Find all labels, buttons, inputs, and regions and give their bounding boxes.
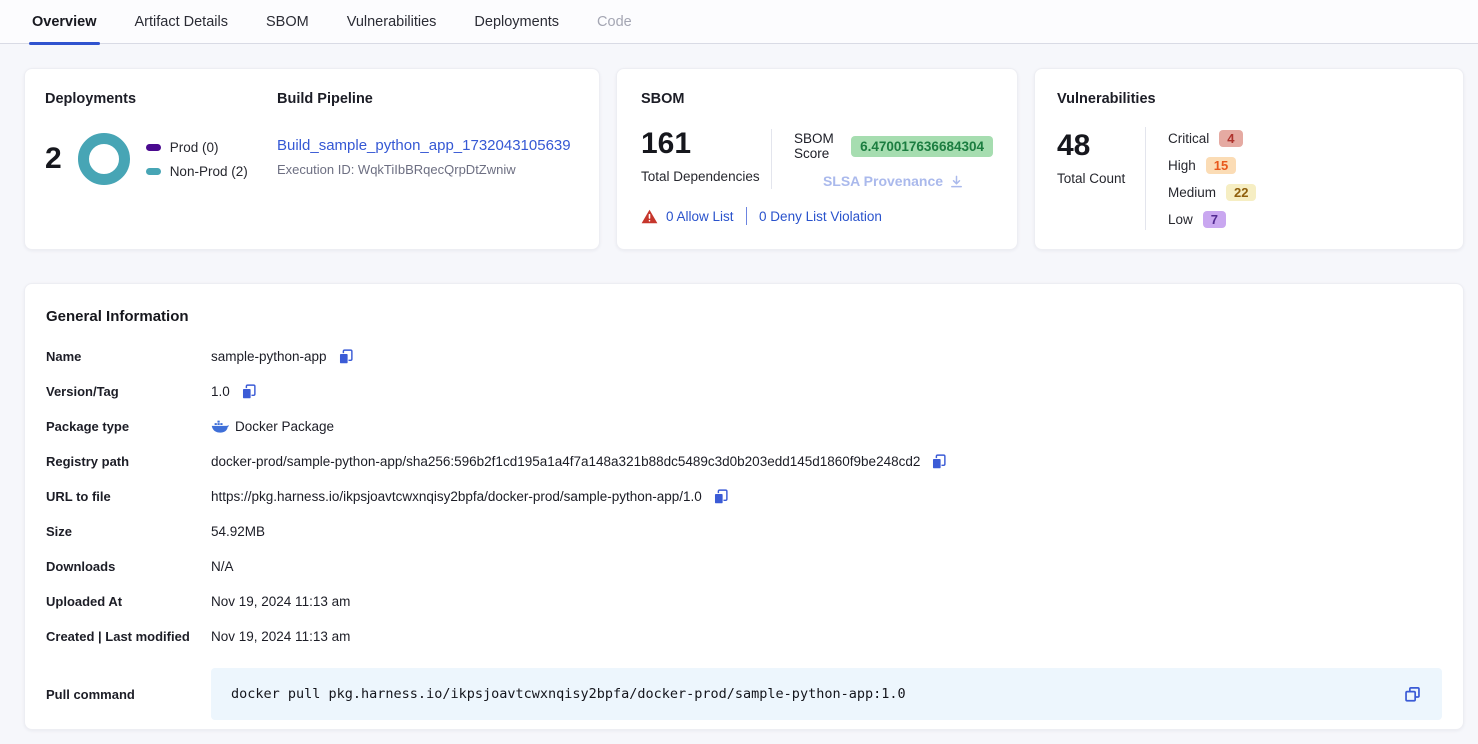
prod-swatch	[146, 144, 161, 151]
deny-list-link[interactable]: 0 Deny List Violation	[759, 209, 882, 224]
artifact-overview-page: Overview Artifact Details SBOM Vulnerabi…	[0, 0, 1478, 744]
version-tag-value: 1.0	[211, 384, 230, 399]
row-pull-command: Pull command docker pull pkg.harness.io/…	[46, 668, 1442, 720]
sbom-score-label: SBOM Score	[794, 131, 841, 161]
tab-sbom[interactable]: SBOM	[266, 0, 309, 44]
deployments-card-title: Deployments	[45, 91, 277, 107]
row-size: Size 54.92MB	[46, 514, 1442, 549]
slsa-provenance-link[interactable]: SLSA Provenance	[794, 173, 993, 189]
downloads-value: N/A	[211, 559, 234, 574]
allow-list-link[interactable]: 0 Allow List	[666, 209, 734, 224]
row-url-to-file: URL to file https://pkg.harness.io/ikpsj…	[46, 479, 1442, 514]
url-to-file-label: URL to file	[46, 489, 211, 504]
general-information-card: General Information Name sample-python-a…	[24, 283, 1464, 730]
severity-row-high: High 15	[1168, 154, 1256, 176]
severity-row-medium: Medium 22	[1168, 181, 1256, 203]
warning-icon	[641, 209, 658, 224]
registry-path-value: docker-prod/sample-python-app/sha256:596…	[211, 454, 920, 469]
legend-item-prod: Prod (0)	[146, 140, 248, 155]
sbom-score-badge: 6.470017636684304	[851, 136, 993, 157]
version-tag-label: Version/Tag	[46, 384, 211, 399]
deployments-legend: Prod (0) Non-Prod (2)	[146, 140, 248, 179]
tab-artifact-details[interactable]: Artifact Details	[135, 0, 228, 44]
low-count-badge: 7	[1203, 211, 1226, 228]
uploaded-at-label: Uploaded At	[46, 594, 211, 609]
row-registry-path: Registry path docker-prod/sample-python-…	[46, 444, 1442, 479]
pull-command-label: Pull command	[46, 687, 211, 702]
row-package-type: Package type Docker Package	[46, 409, 1442, 444]
registry-path-label: Registry path	[46, 454, 211, 469]
pipeline-link[interactable]: Build_sample_python_app_1732043105639	[277, 137, 571, 154]
vulnerabilities-card: Vulnerabilities 48 Total Count Critical …	[1034, 68, 1464, 250]
tab-overview[interactable]: Overview	[32, 0, 97, 44]
row-name: Name sample-python-app	[46, 339, 1442, 374]
copy-url-button[interactable]	[712, 488, 729, 505]
critical-label: Critical	[1168, 131, 1209, 146]
build-pipeline-title: Build Pipeline	[277, 91, 571, 107]
slsa-provenance-label: SLSA Provenance	[823, 173, 943, 189]
copy-registry-path-button[interactable]	[930, 453, 947, 470]
uploaded-at-value: Nov 19, 2024 11:13 am	[211, 594, 350, 609]
row-version-tag: Version/Tag 1.0	[46, 374, 1442, 409]
general-information-title: General Information	[46, 308, 1442, 325]
vulnerabilities-total-label: Total Count	[1057, 171, 1145, 186]
severity-list: Critical 4 High 15 Medium 22 Low 7	[1146, 127, 1256, 230]
deployments-card: Deployments 2 Prod (0) Non-Prod (2)	[24, 68, 600, 250]
created-modified-label: Created | Last modified	[46, 629, 211, 644]
package-type-value: Docker Package	[235, 419, 334, 434]
tab-bar: Overview Artifact Details SBOM Vulnerabi…	[0, 0, 1478, 44]
severity-row-critical: Critical 4	[1168, 127, 1256, 149]
sbom-total: 161	[641, 129, 771, 159]
tab-vulnerabilities[interactable]: Vulnerabilities	[347, 0, 437, 44]
pull-command-box: docker pull pkg.harness.io/ikpsjoavtcwxn…	[211, 668, 1442, 720]
copy-pull-command-button[interactable]	[1403, 685, 1422, 704]
low-label: Low	[1168, 212, 1193, 227]
copy-version-button[interactable]	[240, 383, 257, 400]
vulnerabilities-card-title: Vulnerabilities	[1057, 91, 1441, 107]
docker-icon	[211, 420, 229, 434]
size-value: 54.92MB	[211, 524, 265, 539]
sbom-total-label: Total Dependencies	[641, 169, 771, 184]
row-downloads: Downloads N/A	[46, 549, 1442, 584]
deployments-donut-chart	[78, 133, 130, 185]
high-count-badge: 15	[1206, 157, 1236, 174]
list-separator	[746, 207, 748, 225]
execution-id: Execution ID: WqkTiIbBRqecQrpDtZwniw	[277, 162, 571, 177]
medium-count-badge: 22	[1226, 184, 1256, 201]
pull-command-value: docker pull pkg.harness.io/ikpsjoavtcwxn…	[231, 686, 1391, 702]
critical-count-badge: 4	[1219, 130, 1242, 147]
name-label: Name	[46, 349, 211, 364]
size-label: Size	[46, 524, 211, 539]
severity-row-low: Low 7	[1168, 208, 1256, 230]
copy-name-button[interactable]	[337, 348, 354, 365]
row-uploaded-at: Uploaded At Nov 19, 2024 11:13 am	[46, 584, 1442, 619]
name-value: sample-python-app	[211, 349, 327, 364]
download-icon	[949, 174, 964, 189]
nonprod-label: Non-Prod (2)	[170, 164, 248, 179]
prod-label: Prod (0)	[170, 140, 219, 155]
tab-deployments[interactable]: Deployments	[474, 0, 559, 44]
deployments-total: 2	[45, 144, 62, 174]
vulnerabilities-total: 48	[1057, 131, 1145, 161]
row-created-modified: Created | Last modified Nov 19, 2024 11:…	[46, 619, 1442, 654]
nonprod-swatch	[146, 168, 161, 175]
legend-item-nonprod: Non-Prod (2)	[146, 164, 248, 179]
sbom-card: SBOM 161 Total Dependencies SBOM Score 6…	[616, 68, 1018, 250]
high-label: High	[1168, 158, 1196, 173]
url-to-file-value: https://pkg.harness.io/ikpsjoavtcwxnqisy…	[211, 489, 702, 504]
sbom-card-title: SBOM	[641, 91, 993, 107]
created-modified-value: Nov 19, 2024 11:13 am	[211, 629, 350, 644]
downloads-label: Downloads	[46, 559, 211, 574]
tab-code: Code	[597, 0, 632, 44]
package-type-label: Package type	[46, 419, 211, 434]
medium-label: Medium	[1168, 185, 1216, 200]
